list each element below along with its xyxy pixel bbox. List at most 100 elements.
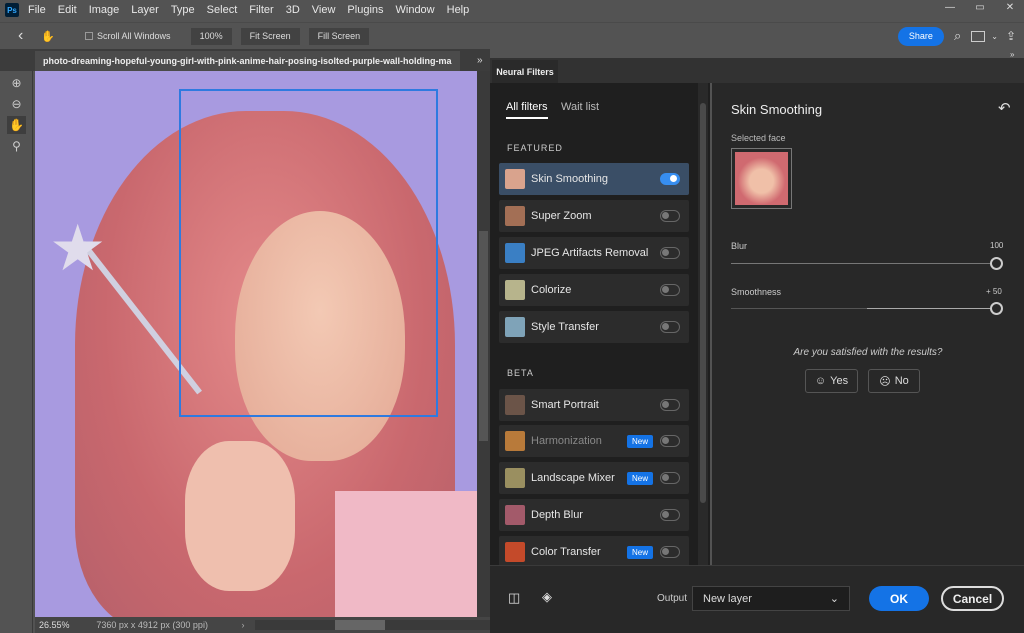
filter-color-transfer[interactable]: Color Transfer New: [499, 536, 689, 568]
smoothness-slider-fill: [867, 308, 991, 309]
no-label: No: [894, 375, 909, 387]
document-dimensions: 7360 px x 4912 px (300 ppi): [96, 620, 208, 630]
filter-label: Skin Smoothing: [531, 173, 609, 185]
image-canvas[interactable]: ★: [35, 71, 477, 617]
filter-jpeg-artifacts-removal[interactable]: JPEG Artifacts Removal: [499, 237, 689, 269]
filter-skin-smoothing[interactable]: Skin Smoothing: [499, 163, 689, 195]
filter-toggle[interactable]: [660, 435, 680, 447]
filter-toggle[interactable]: [660, 173, 680, 185]
collapse-panels-icon[interactable]: »: [477, 55, 483, 66]
blur-slider-knob[interactable]: [990, 257, 1003, 270]
no-button[interactable]: ☹ No: [868, 369, 920, 393]
filter-toggle[interactable]: [660, 509, 680, 521]
zoom-tool-icon[interactable]: ⚲: [7, 137, 26, 155]
blur-slider-track[interactable]: [731, 263, 991, 264]
tab-all-filters[interactable]: All filters: [506, 101, 548, 119]
blur-label: Blur: [731, 241, 748, 251]
panel-collapse-icon[interactable]: »: [1010, 50, 1014, 59]
menu-plugins[interactable]: Plugins: [347, 4, 383, 16]
filter-toggle[interactable]: [660, 210, 680, 222]
menu-layer[interactable]: Layer: [131, 4, 159, 16]
options-bar: ‹ ✋ Scroll All Windows 100% Fit Screen F…: [0, 22, 1024, 49]
filter-style-transfer[interactable]: Style Transfer: [499, 311, 689, 343]
fill-screen-button[interactable]: Fill Screen: [308, 27, 370, 45]
workspace-icon[interactable]: [971, 30, 986, 42]
hand-tool-icon[interactable]: ✋: [7, 116, 26, 134]
photoshop-logo: Ps: [5, 3, 19, 17]
minimize-icon[interactable]: —: [935, 0, 965, 14]
menu-filter[interactable]: Filter: [249, 4, 273, 16]
satisfaction-question: Are you satisfied with the results?: [793, 347, 943, 358]
export-icon[interactable]: ⇪: [1006, 29, 1016, 43]
vertical-scrollbar[interactable]: [477, 71, 490, 617]
fit-screen-button[interactable]: Fit Screen: [240, 27, 300, 45]
cancel-button[interactable]: Cancel: [941, 586, 1004, 611]
selected-face-thumb[interactable]: [731, 148, 792, 209]
filter-toggle[interactable]: [660, 284, 680, 296]
new-badge: New: [626, 471, 653, 485]
menu-3d[interactable]: 3D: [286, 4, 300, 16]
shirt: [335, 491, 477, 617]
filter-toggle[interactable]: [660, 321, 680, 333]
smart-portrait-thumb: [505, 395, 525, 415]
face-detection-box: [179, 89, 438, 417]
ok-button[interactable]: OK: [869, 586, 929, 611]
menu-bar: Ps File Edit Image Layer Type Select Fil…: [0, 0, 1024, 20]
hand: [185, 441, 295, 591]
filter-depth-blur[interactable]: Depth Blur: [499, 499, 689, 531]
scroll-all-checkbox[interactable]: [85, 32, 94, 40]
zoom-level[interactable]: 26.55%: [35, 620, 72, 630]
colorize-thumb: [505, 280, 525, 300]
search-icon[interactable]: ⌕: [954, 28, 961, 44]
menu-edit[interactable]: Edit: [58, 4, 77, 16]
chevron-down-icon[interactable]: ⌄: [991, 32, 998, 41]
panel-footer: ◫ ◈ Output New layer ⌄ OK Cancel: [490, 565, 1024, 633]
filter-label: Harmonization: [531, 435, 602, 447]
menu-image[interactable]: Image: [89, 4, 120, 16]
filter-toggle[interactable]: [660, 399, 680, 411]
zoom-out-icon[interactable]: ⊖: [7, 95, 26, 113]
compare-icon[interactable]: ◫: [508, 590, 520, 606]
reset-icon[interactable]: ↶: [998, 99, 1011, 117]
panel-tab-bar: [490, 58, 1024, 83]
zoom-100-button[interactable]: 100%: [190, 27, 232, 45]
yes-button[interactable]: ☺ Yes: [805, 369, 858, 393]
back-icon[interactable]: ‹: [18, 27, 23, 45]
menu-help[interactable]: Help: [447, 4, 470, 16]
blur-value: 100: [990, 241, 1004, 250]
filter-super-zoom[interactable]: Super Zoom: [499, 200, 689, 232]
filter-toggle[interactable]: [660, 472, 680, 484]
chevron-down-icon: ⌄: [829, 593, 839, 605]
filter-smart-portrait[interactable]: Smart Portrait: [499, 389, 689, 421]
filter-list-scrollbar[interactable]: [698, 83, 708, 565]
close-icon[interactable]: ✕: [995, 0, 1024, 14]
scroll-all-label: Scroll All Windows: [97, 31, 171, 41]
filter-toggle[interactable]: [660, 546, 680, 558]
menu-window[interactable]: Window: [396, 4, 435, 16]
maximize-icon[interactable]: ▭: [965, 0, 995, 14]
filter-toggle[interactable]: [660, 247, 680, 259]
zoom-in-icon[interactable]: ⊕: [7, 74, 26, 92]
hand-tool-icon[interactable]: ✋: [41, 30, 55, 43]
share-button[interactable]: Share: [897, 26, 944, 46]
filter-colorize[interactable]: Colorize: [499, 274, 689, 306]
output-value: New layer: [703, 592, 752, 605]
tab-wait-list[interactable]: Wait list: [561, 101, 599, 113]
horizontal-scrollbar[interactable]: [254, 620, 490, 630]
smoothness-slider-knob[interactable]: [990, 302, 1003, 315]
menu-type[interactable]: Type: [171, 4, 195, 16]
neural-filters-tab[interactable]: Neural Filters: [492, 60, 558, 83]
filter-landscape-mixer[interactable]: Landscape Mixer New: [499, 462, 689, 494]
status-arrow-icon[interactable]: ›: [242, 620, 245, 630]
layers-icon[interactable]: ◈: [542, 589, 552, 605]
filter-label: JPEG Artifacts Removal: [531, 247, 649, 259]
document-tab[interactable]: photo-dreaming-hopeful-young-girl-with-p…: [35, 51, 460, 71]
output-select[interactable]: New layer ⌄: [692, 586, 850, 611]
filter-harmonization[interactable]: Harmonization New: [499, 425, 689, 457]
featured-heading: FEATURED: [507, 143, 563, 153]
menu-view[interactable]: View: [312, 4, 336, 16]
yes-label: Yes: [830, 375, 849, 387]
menu-select[interactable]: Select: [207, 4, 238, 16]
new-badge: New: [626, 545, 653, 559]
menu-file[interactable]: File: [28, 4, 46, 16]
